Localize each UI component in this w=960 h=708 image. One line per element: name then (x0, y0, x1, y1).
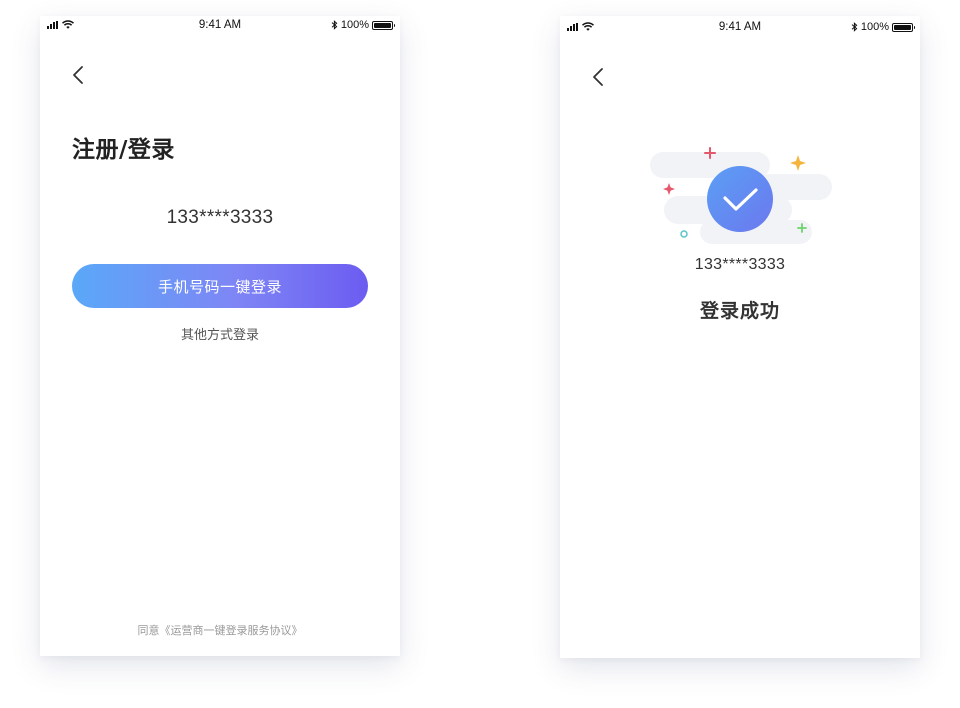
check-circle (707, 166, 773, 232)
battery-icon (372, 20, 395, 30)
battery-percent: 100% (860, 21, 889, 33)
page-title: 注册/登录 (72, 137, 175, 163)
bluetooth-icon (851, 22, 858, 32)
back-arrow-icon[interactable] (68, 64, 90, 86)
login-screen: 9:41 AM 100% 注册/登录 133****3333 手机号码一键登录 … (40, 16, 400, 656)
agreement-link[interactable]: 同意《运营商一键登录服务协议》 (40, 622, 400, 638)
teal-ring-icon (680, 230, 688, 238)
back-arrow-icon[interactable] (588, 66, 610, 88)
status-bar-right: 100% (851, 21, 915, 33)
red-star-sparkle-icon (663, 183, 675, 195)
bluetooth-icon (331, 20, 338, 30)
other-login-methods-link[interactable]: 其他方式登录 (40, 324, 400, 343)
success-illustration (650, 147, 832, 244)
one-click-login-button[interactable]: 手机号码一键登录 (72, 264, 368, 308)
login-success-message: 登录成功 (699, 300, 780, 322)
status-bar: 9:41 AM 100% (40, 16, 400, 36)
battery-icon (892, 22, 915, 32)
status-bar: 9:41 AM 100% (560, 16, 920, 36)
status-bar-right: 100% (331, 19, 395, 31)
battery-percent: 100% (340, 19, 369, 31)
masked-phone-number: 133****3333 (694, 256, 786, 273)
masked-phone-number: 133****3333 (166, 207, 274, 228)
orange-star-sparkle-icon (790, 155, 806, 171)
login-success-screen: 9:41 AM 100% 133****3333 登录成功 (560, 16, 920, 658)
